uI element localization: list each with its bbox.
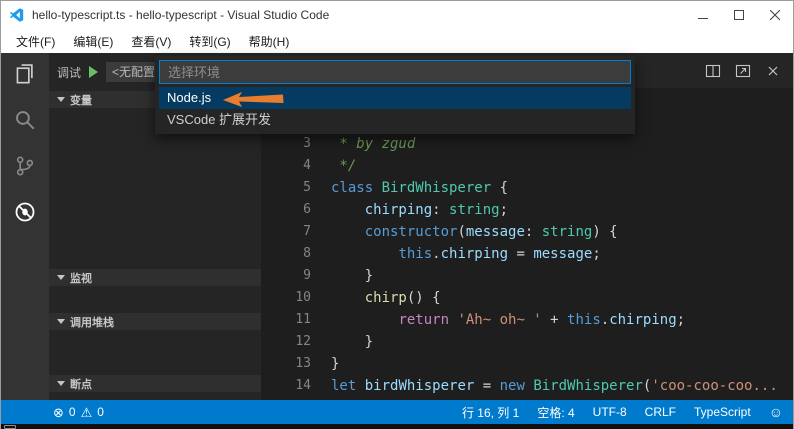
code-line[interactable]: 14 let birdWhisperer = new BirdWhisperer(…: [261, 375, 793, 397]
code-line[interactable]: 4 */: [261, 155, 793, 177]
quick-pick-item-label: VSCode 扩展开发: [167, 112, 272, 127]
files-icon: [14, 63, 36, 90]
annotation-arrow-icon: [223, 92, 284, 107]
quick-pick-item-label: Node.js: [167, 90, 212, 105]
section-header-breakpoints[interactable]: 断点: [49, 375, 261, 392]
breakpoints-panel: [49, 392, 261, 400]
error-icon: ⊗: [53, 404, 64, 420]
line-number[interactable]: 12: [261, 331, 311, 353]
status-indentation[interactable]: 空格: 4: [537, 404, 574, 421]
search-icon: [14, 109, 36, 136]
code-line[interactable]: 3 * by zgud: [261, 133, 793, 155]
chevron-down-icon: [57, 275, 65, 280]
title-bar: hello-typescript.ts - hello-typescript -…: [1, 1, 793, 29]
activity-item-debug[interactable]: [1, 191, 49, 237]
code-line[interactable]: 5 class BirdWhisperer {: [261, 177, 793, 199]
line-text: constructor(message: string) {: [364, 224, 618, 240]
line-text: */: [331, 158, 357, 174]
section-header-callstack[interactable]: 调用堆栈: [49, 313, 261, 330]
problems-indicator[interactable]: ⊗ 0 ⚠ 0: [1, 405, 104, 419]
line-number[interactable]: 5: [261, 177, 311, 199]
line-number[interactable]: 3: [261, 133, 311, 155]
warning-count: 0: [97, 405, 104, 419]
line-number[interactable]: 6: [261, 199, 311, 221]
menu-bar: 文件(F) 编辑(E) 查看(V) 转到(G) 帮助(H): [1, 29, 793, 53]
status-bar: ⊗ 0 ⚠ 0 行 16, 列 1 空格: 4 UTF-8 CRLF TypeS…: [1, 400, 793, 424]
line-text: }: [331, 334, 374, 350]
menu-item-view[interactable]: 查看(V): [122, 29, 180, 53]
error-count: 0: [68, 405, 76, 419]
menu-item-file[interactable]: 文件(F): [7, 29, 64, 53]
status-eol[interactable]: CRLF: [645, 405, 676, 419]
taskbar-icon: [4, 425, 16, 429]
line-number[interactable]: 10: [261, 287, 311, 309]
status-cursor-position[interactable]: 行 16, 列 1: [462, 404, 519, 421]
line-text: * by zgud: [331, 136, 416, 152]
section-label: 断点: [70, 378, 92, 391]
activity-item-source-control[interactable]: [1, 145, 49, 191]
line-number[interactable]: 14: [261, 375, 311, 397]
line-text: }: [331, 356, 340, 372]
window-title: hello-typescript.ts - hello-typescript -…: [32, 8, 330, 22]
maximize-button[interactable]: [721, 1, 757, 29]
start-debug-button[interactable]: [89, 66, 99, 78]
line-text: chirping: string;: [364, 202, 509, 218]
chevron-down-icon: [57, 381, 65, 386]
minimize-button[interactable]: [685, 1, 721, 29]
warning-icon: ⚠: [80, 404, 93, 420]
line-number[interactable]: 8: [261, 243, 311, 265]
environment-input[interactable]: [159, 60, 631, 84]
line-number[interactable]: 9: [261, 265, 311, 287]
status-language-mode[interactable]: TypeScript: [694, 405, 751, 419]
section-label: 监视: [70, 272, 92, 285]
vscode-logo-icon: [9, 7, 25, 23]
watch-panel: [49, 286, 261, 313]
status-encoding[interactable]: UTF-8: [593, 405, 627, 419]
code-line[interactable]: 8 this.chirping = message;: [261, 243, 793, 265]
chevron-down-icon: [57, 97, 65, 102]
quick-pick-item-vscode-extension[interactable]: VSCode 扩展开发: [159, 109, 631, 131]
chevron-down-icon: [57, 319, 65, 324]
code-editor[interactable]: 3 * by zgud 4 */5 class BirdWhisperer {6 c…: [261, 88, 793, 400]
activity-item-search[interactable]: [1, 99, 49, 145]
code-line[interactable]: 7 constructor(message: string) {: [261, 221, 793, 243]
line-text: }: [331, 268, 374, 284]
close-button[interactable]: [757, 1, 793, 29]
line-text: return 'Ah~ oh~ ' + this.chirping;: [398, 312, 686, 328]
line-number[interactable]: 11: [261, 309, 311, 331]
code-line[interactable]: 13}: [261, 353, 793, 375]
section-label: 调用堆栈: [70, 316, 114, 329]
line-text: let birdWhisperer = new BirdWhisperer('c…: [331, 378, 778, 394]
code-line[interactable]: 12 }: [261, 331, 793, 353]
line-text: class BirdWhisperer {: [331, 180, 509, 196]
section-header-watch[interactable]: 监视: [49, 269, 261, 286]
line-number[interactable]: 4: [261, 155, 311, 177]
menu-item-goto[interactable]: 转到(G): [180, 29, 239, 53]
window-controls: [685, 1, 793, 29]
split-editor-icon[interactable]: [705, 63, 721, 79]
close-editor-icon[interactable]: [765, 63, 781, 79]
line-number[interactable]: 13: [261, 353, 311, 375]
feedback-smiley-icon[interactable]: ☺: [769, 405, 783, 419]
taskbar-strip: [1, 424, 793, 429]
debug-view-title: 调试: [57, 65, 82, 80]
code-line[interactable]: 9 }: [261, 265, 793, 287]
code-line[interactable]: 10 chirp() {: [261, 287, 793, 309]
code-line[interactable]: 11 return 'Ah~ oh~ ' + this.chirping;: [261, 309, 793, 331]
activity-bar: [1, 53, 49, 400]
callstack-panel: [49, 330, 261, 375]
menu-item-edit[interactable]: 编辑(E): [64, 29, 122, 53]
status-bar-right: 行 16, 列 1 空格: 4 UTF-8 CRLF TypeScript ☺: [462, 404, 793, 421]
menu-item-help[interactable]: 帮助(H): [240, 29, 299, 53]
debug-icon: [14, 201, 36, 228]
activity-item-explorer[interactable]: [1, 53, 49, 99]
line-text: this.chirping = message;: [398, 246, 601, 262]
open-preview-icon[interactable]: [735, 63, 751, 79]
section-label: 变量: [70, 94, 92, 107]
git-branch-icon: [14, 155, 36, 182]
code-line[interactable]: 6 chirping: string;: [261, 199, 793, 221]
line-number[interactable]: 7: [261, 221, 311, 243]
line-text: chirp() {: [364, 290, 441, 306]
